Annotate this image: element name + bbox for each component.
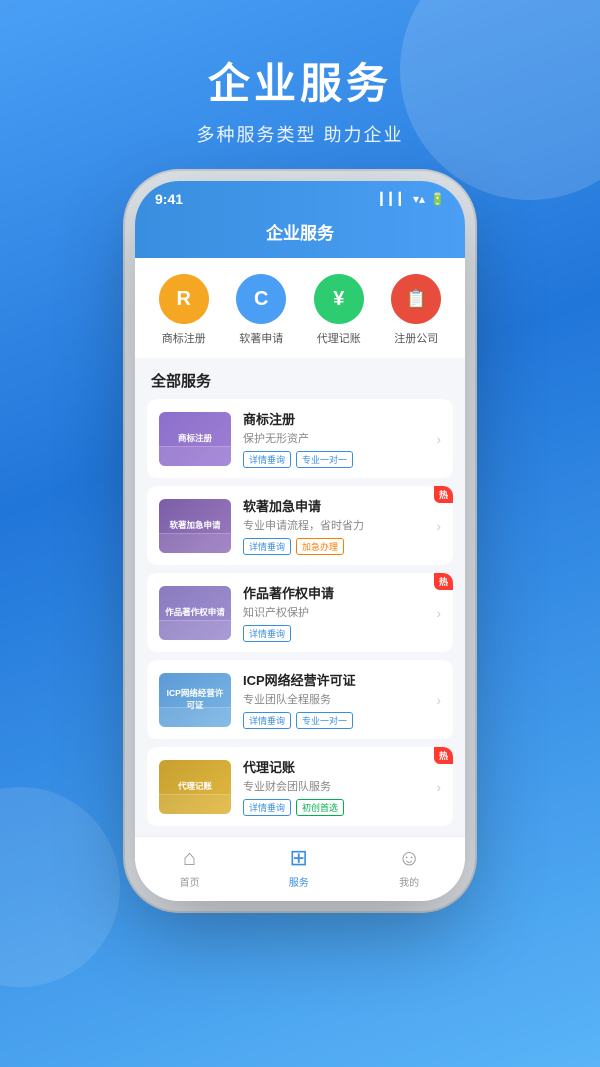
status-time: 9:41 — [155, 191, 183, 207]
service-list: 商标注册 商标注册 保护无形资产 详情垂询 专业一对一 › — [135, 399, 465, 836]
service-info-icp: ICP网络经营许可证 专业团队全程服务 详情垂询 专业一对一 — [243, 670, 424, 729]
service-tags-copyright: 详情垂询 — [243, 625, 424, 642]
service-thumb-icp: ICP网络经营许可证 — [159, 673, 231, 727]
service-thumb-text-accounting: 代理记账 — [178, 781, 212, 792]
service-thumb-trademark: 商标注册 — [159, 412, 231, 466]
service-item-copyright[interactable]: 热 作品著作权申请 作品著作权申请 知识产权保护 详情垂询 › — [147, 573, 453, 652]
service-info-software: 软著加急申请 专业申请流程，省时省力 详情垂询 加急办理 — [243, 496, 424, 555]
service-label: 服务 — [289, 874, 309, 889]
service-item-software[interactable]: 热 软著加急申请 软著加急申请 专业申请流程，省时省力 详情垂询 加急办理 › — [147, 486, 453, 565]
service-name-trademark: 商标注册 — [243, 409, 424, 428]
service-thumb-text-copyright: 作品著作权申请 — [165, 607, 225, 618]
bottom-nav: ⌂ 首页 ⊞ 服务 ☺ 我的 — [135, 836, 465, 901]
service-section: 全部服务 商标注册 商标注册 保护无形资产 详情垂询 专业一对一 — [135, 358, 465, 836]
phone-mockup: 9:41 ▎▎▎ ▾▴ 🔋 企业服务 R 商标注册 C 软著申请 ¥ 代理记账 — [135, 181, 465, 901]
quick-item-company[interactable]: 📋 注册公司 — [391, 274, 441, 346]
bg-circle-bottom — [0, 787, 120, 987]
app-header: 企业服务 — [135, 213, 465, 258]
service-thumb-text-trademark: 商标注册 — [178, 433, 212, 444]
battery-icon: 🔋 — [430, 192, 445, 206]
service-name-accounting: 代理记账 — [243, 757, 424, 776]
status-bar: 9:41 ▎▎▎ ▾▴ 🔋 — [135, 181, 465, 213]
software-icon: C — [236, 274, 286, 324]
service-tags-software: 详情垂询 加急办理 — [243, 538, 424, 555]
quick-item-software[interactable]: C 软著申请 — [236, 274, 286, 346]
chevron-icon-acc: › — [436, 779, 441, 795]
hot-badge-accounting: 热 — [434, 747, 453, 764]
service-info-copyright: 作品著作权申请 知识产权保护 详情垂询 — [243, 583, 424, 642]
wifi-icon: ▾▴ — [413, 192, 425, 206]
chevron-icon-copy: › — [436, 605, 441, 621]
hero-section: 企业服务 多种服务类型 助力企业 — [0, 0, 600, 171]
nav-item-service[interactable]: ⊞ 服务 — [289, 845, 309, 889]
service-desc-copyright: 知识产权保护 — [243, 604, 424, 620]
tag-inquiry-copy: 详情垂询 — [243, 625, 291, 642]
tag-inquiry-acc: 详情垂询 — [243, 799, 291, 816]
service-thumb-text-icp: ICP网络经营许可证 — [163, 688, 227, 710]
trademark-icon: R — [159, 274, 209, 324]
tag-urgent: 加急办理 — [296, 538, 344, 555]
company-label: 注册公司 — [394, 330, 438, 346]
thumb-overlay-copy — [159, 620, 231, 640]
profile-icon: ☺ — [398, 845, 420, 871]
hero-title: 企业服务 — [0, 50, 600, 111]
service-icon: ⊞ — [290, 845, 308, 871]
thumb-overlay — [159, 533, 231, 553]
status-icons: ▎▎▎ ▾▴ 🔋 — [380, 192, 445, 206]
agency-label: 代理记账 — [317, 330, 361, 346]
service-item-trademark[interactable]: 商标注册 商标注册 保护无形资产 详情垂询 专业一对一 › — [147, 399, 453, 478]
trademark-label: 商标注册 — [162, 330, 206, 346]
service-tags-trademark: 详情垂询 专业一对一 — [243, 451, 424, 468]
home-icon: ⌂ — [183, 845, 196, 871]
service-desc-icp: 专业团队全程服务 — [243, 691, 424, 707]
chevron-icon: › — [436, 431, 441, 447]
signal-icon: ▎▎▎ — [380, 192, 408, 206]
service-name-copyright: 作品著作权申请 — [243, 583, 424, 602]
app-header-title: 企业服务 — [266, 224, 334, 243]
service-thumb-software: 软著加急申请 — [159, 499, 231, 553]
quick-menu: R 商标注册 C 软著申请 ¥ 代理记账 📋 注册公司 — [135, 258, 465, 358]
tag-professional-icp: 专业一对一 — [296, 712, 353, 729]
service-thumb-accounting: 代理记账 — [159, 760, 231, 814]
service-thumb-copyright: 作品著作权申请 — [159, 586, 231, 640]
section-title: 全部服务 — [135, 358, 465, 399]
hero-subtitle: 多种服务类型 助力企业 — [0, 121, 600, 147]
tag-inquiry-icp: 详情垂询 — [243, 712, 291, 729]
software-label: 软著申请 — [239, 330, 283, 346]
quick-item-trademark[interactable]: R 商标注册 — [159, 274, 209, 346]
service-desc-software: 专业申请流程，省时省力 — [243, 517, 424, 533]
service-desc-accounting: 专业财会团队服务 — [243, 778, 424, 794]
service-tags-accounting: 详情垂询 初创首选 — [243, 799, 424, 816]
tag-startup: 初创首选 — [296, 799, 344, 816]
chevron-icon-soft: › — [436, 518, 441, 534]
phone-screen: 9:41 ▎▎▎ ▾▴ 🔋 企业服务 R 商标注册 C 软著申请 ¥ 代理记账 — [135, 181, 465, 901]
service-item-icp[interactable]: ICP网络经营许可证 ICP网络经营许可证 专业团队全程服务 详情垂询 专业一对… — [147, 660, 453, 739]
profile-label: 我的 — [399, 874, 419, 889]
hot-badge-software: 热 — [434, 486, 453, 503]
service-name-icp: ICP网络经营许可证 — [243, 670, 424, 689]
service-desc-trademark: 保护无形资产 — [243, 430, 424, 446]
home-label: 首页 — [180, 874, 200, 889]
service-item-accounting[interactable]: 热 代理记账 代理记账 专业财会团队服务 详情垂询 初创首选 › — [147, 747, 453, 826]
thumb-overlay — [159, 446, 231, 466]
hot-badge-copyright: 热 — [434, 573, 453, 590]
service-info-trademark: 商标注册 保护无形资产 详情垂询 专业一对一 — [243, 409, 424, 468]
quick-item-agency[interactable]: ¥ 代理记账 — [314, 274, 364, 346]
chevron-icon-icp: › — [436, 692, 441, 708]
service-thumb-text-software: 软著加急申请 — [169, 520, 220, 531]
tag-inquiry-soft: 详情垂询 — [243, 538, 291, 555]
thumb-overlay-acc — [159, 794, 231, 814]
service-info-accounting: 代理记账 专业财会团队服务 详情垂询 初创首选 — [243, 757, 424, 816]
tag-inquiry: 详情垂询 — [243, 451, 291, 468]
tag-professional: 专业一对一 — [296, 451, 353, 468]
nav-item-profile[interactable]: ☺ 我的 — [398, 845, 420, 889]
company-icon: 📋 — [391, 274, 441, 324]
agency-icon: ¥ — [314, 274, 364, 324]
service-tags-icp: 详情垂询 专业一对一 — [243, 712, 424, 729]
service-name-software: 软著加急申请 — [243, 496, 424, 515]
nav-item-home[interactable]: ⌂ 首页 — [180, 845, 200, 889]
